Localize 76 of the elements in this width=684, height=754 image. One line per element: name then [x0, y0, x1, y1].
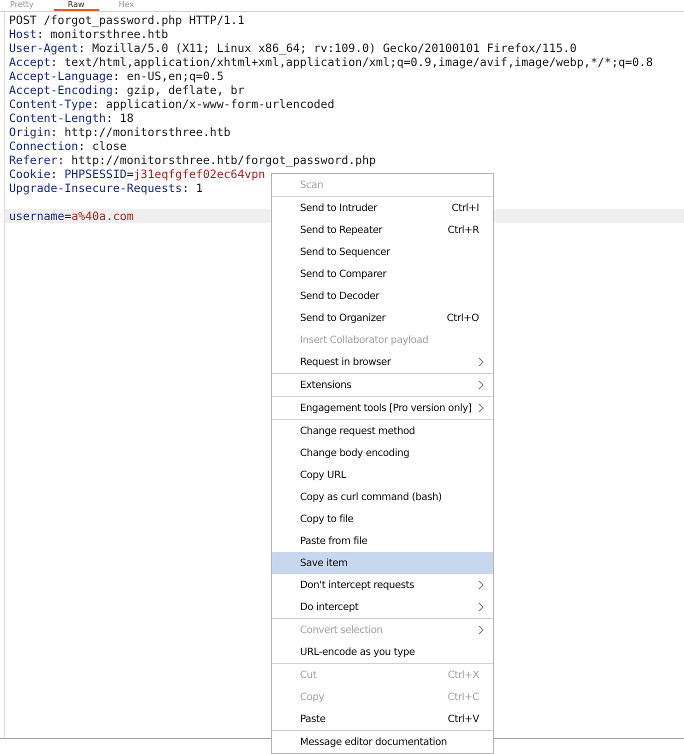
separator-text: :: [57, 153, 64, 167]
chevron-right-icon: [478, 625, 484, 635]
separator-text: =: [64, 209, 72, 223]
chevron-right-icon: [478, 380, 484, 390]
header-name: Content-Length: [9, 111, 106, 125]
menu-item[interactable]: Paste Ctrl+V: [272, 708, 493, 731]
header-name: Cookie: [9, 167, 51, 181]
separator-text: :: [50, 55, 58, 69]
menu-item[interactable]: Send to Organizer Ctrl+O: [272, 307, 493, 329]
menu-item[interactable]: Message editor documentation: [272, 731, 493, 753]
header-value: gzip, deflate, br: [126, 83, 244, 97]
separator-text: :: [112, 69, 120, 83]
header-name: Accept-Language: [9, 69, 113, 83]
menu-item[interactable]: Copy as curl command (bash): [272, 486, 493, 508]
header-value: monitorsthree.htb: [50, 27, 168, 41]
chevron-right-icon: [478, 580, 484, 590]
header-value: http://monitorsthree.htb/forgot_password.php: [71, 153, 376, 167]
header-value: close: [92, 139, 127, 153]
header-name: Content-Type: [9, 97, 92, 111]
menu-item[interactable]: Paste from file: [272, 530, 493, 552]
header-value: en-US,en;q=0.5: [126, 69, 224, 83]
separator-text: :: [36, 27, 44, 41]
separator-text: :: [78, 41, 86, 55]
header-name: Origin: [9, 125, 51, 139]
menu-item[interactable]: Change body encoding: [272, 442, 493, 464]
header-value: text/html,application/xhtml+xml,application/xml;q=0.9,image/avif,image/webp,*/*;q=0.8: [64, 55, 653, 69]
param-name: username: [9, 209, 64, 223]
menu-item[interactable]: URL-encode as you type: [272, 641, 493, 664]
separator-text: :: [106, 111, 113, 125]
menu-item[interactable]: Send to Sequencer: [272, 241, 493, 263]
header-value: 1: [196, 181, 203, 195]
menu-item[interactable]: Extensions: [272, 374, 493, 397]
shortcut-text: Ctrl+X: [448, 670, 479, 680]
menu-item[interactable]: Save item: [272, 552, 493, 574]
menu-item[interactable]: Don't intercept requests: [272, 574, 493, 596]
menu-item[interactable]: Send to Repeater Ctrl+R: [272, 219, 493, 241]
menu-item[interactable]: Do intercept: [272, 596, 493, 619]
tab[interactable]: Raw: [54, 0, 99, 11]
menu-item[interactable]: Send to Intruder Ctrl+I: [272, 197, 493, 219]
request-line: POST /forgot_password.php HTTP/1.1: [9, 13, 244, 27]
menu-item[interactable]: Send to Decoder: [272, 285, 493, 307]
header-name: Referer: [9, 153, 58, 167]
shortcut-text: Ctrl+O: [446, 312, 479, 324]
separator-text: :: [182, 181, 190, 195]
separator-text: :: [50, 125, 58, 139]
header-name: Host: [9, 27, 37, 41]
header-name: Upgrade-Insecure-Requests: [9, 181, 182, 195]
menu-item[interactable]: Request in browser: [272, 351, 493, 374]
header-name: Accept: [9, 55, 51, 69]
menu-item[interactable]: Copy to file: [272, 508, 493, 530]
cookie-name: PHPSESSID: [64, 167, 127, 181]
menu-item[interactable]: Send to Comparer: [272, 263, 493, 285]
header-name: Accept-Encoding: [9, 83, 113, 97]
chevron-right-icon: [478, 403, 484, 413]
param-value: a%40a.com: [71, 209, 134, 223]
header-value: Mozilla/5.0 (X11; Linux x86_64; rv:109.0) Gecko/20100101 Firefox/115.0: [92, 41, 577, 55]
menu-item[interactable]: Change request method: [272, 420, 493, 442]
chevron-right-icon: [478, 357, 484, 367]
shortcut-text: Ctrl+R: [448, 224, 479, 236]
header-value: application/x-www-form-urlencoded: [106, 97, 334, 111]
shortcut-text: Ctrl+V: [448, 714, 479, 724]
menu-item[interactable]: Engagement tools [Pro version only]: [272, 397, 493, 420]
chevron-right-icon: [478, 602, 484, 612]
shortcut-text: Ctrl+I: [452, 202, 479, 214]
menu-item[interactable]: Copy URL: [272, 464, 493, 486]
separator-text: :: [92, 97, 100, 111]
separator-text: :: [112, 83, 120, 97]
header-value: 18: [120, 111, 134, 125]
header-value: http://monitorsthree.htb: [64, 125, 231, 139]
separator-text: =: [126, 167, 134, 181]
separator-text: :: [50, 167, 58, 181]
header-name: User-Agent: [9, 41, 78, 55]
shortcut-text: Ctrl+C: [448, 692, 479, 702]
cookie-value: j31eqfgfef02ec64vpn: [134, 167, 266, 181]
separator-text: :: [78, 139, 86, 153]
header-name: Connection: [9, 139, 78, 153]
